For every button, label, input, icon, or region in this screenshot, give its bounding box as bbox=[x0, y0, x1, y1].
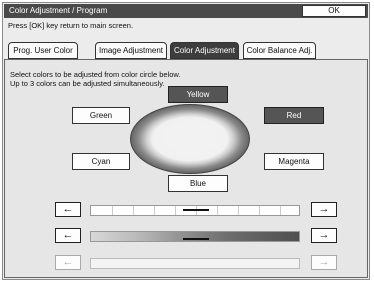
lightness-decrease-button[interactable]: ← bbox=[55, 255, 81, 270]
help-text: Press [OK] key return to main screen. bbox=[8, 21, 134, 30]
hue-slider-marker[interactable] bbox=[183, 209, 209, 211]
color-circle-center bbox=[163, 121, 217, 154]
tab-color-adjustment[interactable]: Color Adjustment bbox=[170, 42, 239, 59]
hue-decrease-button[interactable]: ← bbox=[55, 202, 81, 217]
arrow-right-icon: → bbox=[318, 203, 330, 215]
ok-button[interactable]: OK bbox=[302, 5, 366, 17]
instruction-line-2: Up to 3 colors can be adjusted simultane… bbox=[10, 79, 165, 88]
title-bar: Color Adjustment / Program OK bbox=[4, 4, 368, 18]
cyan-button[interactable]: Cyan bbox=[72, 153, 130, 170]
arrow-left-icon: ← bbox=[62, 256, 74, 268]
tab-image-adjustment[interactable]: Image Adjustment bbox=[95, 42, 167, 59]
saturation-slider-marker[interactable] bbox=[183, 238, 209, 240]
tab-prog-user-color[interactable]: Prog. User Color bbox=[8, 42, 78, 59]
arrow-left-icon: ← bbox=[62, 203, 74, 215]
saturation-increase-button[interactable]: → bbox=[311, 228, 337, 243]
lightness-slider-track[interactable] bbox=[90, 258, 300, 269]
red-button[interactable]: Red bbox=[264, 107, 324, 124]
hue-increase-button[interactable]: → bbox=[311, 202, 337, 217]
arrow-right-icon: → bbox=[318, 256, 330, 268]
window-title: Color Adjustment / Program bbox=[9, 6, 108, 15]
blue-button[interactable]: Blue bbox=[168, 175, 228, 192]
saturation-slider-track[interactable] bbox=[90, 231, 300, 242]
lightness-increase-button[interactable]: → bbox=[311, 255, 337, 270]
arrow-left-icon: ← bbox=[62, 229, 74, 241]
instruction-line-1: Select colors to be adjusted from color … bbox=[10, 70, 181, 79]
saturation-decrease-button[interactable]: ← bbox=[55, 228, 81, 243]
green-button[interactable]: Green bbox=[72, 107, 130, 124]
yellow-button[interactable]: Yellow bbox=[168, 86, 228, 103]
tab-color-balance-adj[interactable]: Color Balance Adj. bbox=[243, 42, 316, 59]
magenta-button[interactable]: Magenta bbox=[264, 153, 324, 170]
arrow-right-icon: → bbox=[318, 229, 330, 241]
